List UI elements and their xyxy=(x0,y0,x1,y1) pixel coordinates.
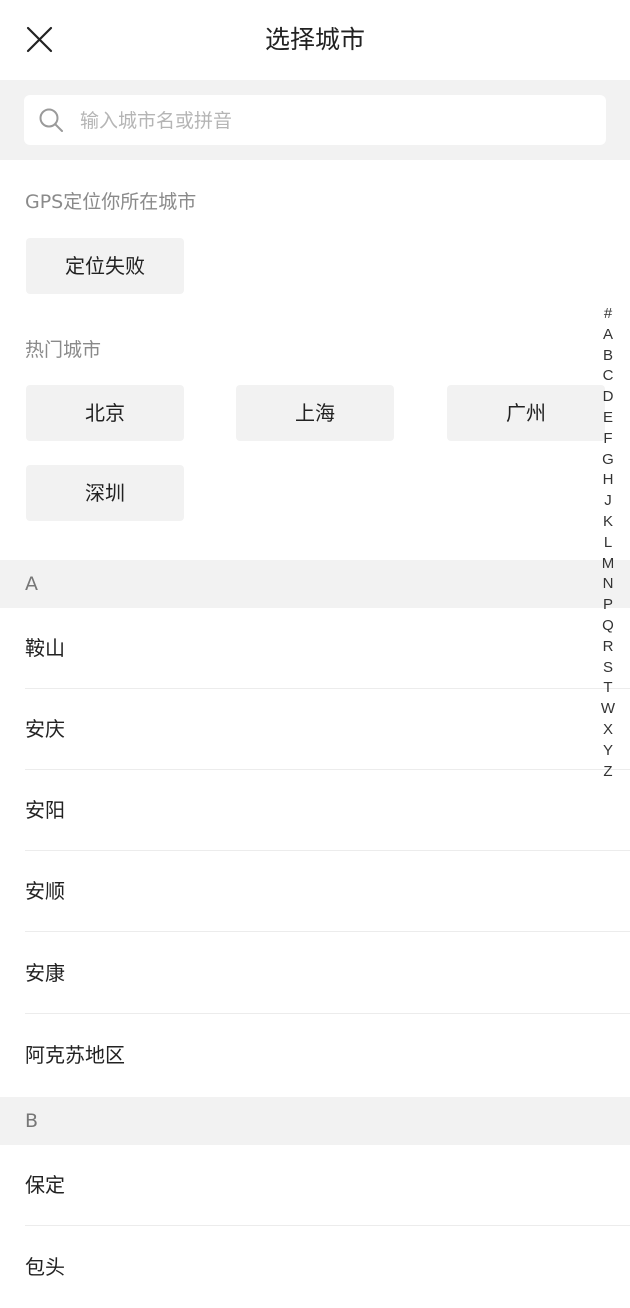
index-letter[interactable]: D xyxy=(603,387,614,408)
city-name: 安康 xyxy=(25,961,65,985)
city-name: 安阳 xyxy=(25,798,65,822)
city-list-item[interactable]: 安庆 xyxy=(0,689,630,770)
index-letter[interactable]: P xyxy=(603,595,613,616)
index-letter[interactable]: A xyxy=(603,325,613,346)
search-bar xyxy=(0,80,630,160)
search-icon xyxy=(39,108,63,132)
city-name: 安庆 xyxy=(25,717,65,741)
index-letter[interactable]: L xyxy=(604,533,612,554)
city-list-item[interactable]: 鞍山 xyxy=(0,608,630,689)
page-title: 选择城市 xyxy=(264,25,365,54)
section-letter: B xyxy=(25,1110,39,1132)
hot-city-button[interactable]: 北京 xyxy=(26,385,184,441)
close-icon xyxy=(26,26,53,53)
search-input[interactable] xyxy=(78,95,582,147)
section-letter: A xyxy=(25,573,38,595)
city-name: 鞍山 xyxy=(25,636,65,660)
city-name: 阿克苏地区 xyxy=(25,1043,125,1067)
gps-location-button[interactable]: 定位失败 xyxy=(26,238,184,294)
city-list-item[interactable]: 保定 xyxy=(0,1145,630,1226)
city-name: 包头 xyxy=(25,1255,65,1279)
hot-city-button[interactable]: 广州 xyxy=(447,385,605,441)
city-name: 保定 xyxy=(25,1173,65,1197)
index-letter[interactable]: Z xyxy=(603,762,612,783)
index-letter[interactable]: N xyxy=(603,574,614,595)
index-letter[interactable]: # xyxy=(604,304,612,325)
search-box[interactable] xyxy=(24,95,606,147)
hot-cities-label: 热门城市 xyxy=(25,339,102,361)
index-letter[interactable]: X xyxy=(603,720,613,741)
city-list-item[interactable]: 安阳 xyxy=(0,770,630,851)
index-letter[interactable]: W xyxy=(601,699,615,720)
section-header-a: A xyxy=(0,560,630,608)
divider xyxy=(25,1013,630,1014)
index-letter[interactable]: B xyxy=(603,346,613,367)
city-list-item[interactable]: 包头 xyxy=(0,1227,630,1308)
alphabet-index[interactable]: # A B C D E F G H J K L M N P Q R S T W … xyxy=(596,304,620,782)
index-letter[interactable]: H xyxy=(603,470,614,491)
index-letter[interactable]: J xyxy=(604,491,612,512)
divider xyxy=(25,931,630,932)
section-header-b: B xyxy=(0,1097,630,1145)
index-letter[interactable]: S xyxy=(603,658,613,679)
index-letter[interactable]: C xyxy=(603,366,614,387)
index-letter[interactable]: E xyxy=(603,408,613,429)
hot-city-button[interactable]: 上海 xyxy=(236,385,394,441)
city-list-item[interactable]: 安康 xyxy=(0,933,630,1014)
index-letter[interactable]: Y xyxy=(603,741,613,762)
city-list-item[interactable]: 安顺 xyxy=(0,851,630,932)
index-letter[interactable]: T xyxy=(603,678,612,699)
header: 选择城市 xyxy=(0,0,630,80)
index-letter[interactable]: F xyxy=(603,429,612,450)
index-letter[interactable]: R xyxy=(603,637,614,658)
city-list-item[interactable]: 阿克苏地区 xyxy=(0,1015,630,1096)
city-name: 安顺 xyxy=(25,879,65,903)
index-letter[interactable]: Q xyxy=(602,616,614,637)
divider xyxy=(25,1225,630,1226)
index-letter[interactable]: K xyxy=(603,512,613,533)
close-button[interactable] xyxy=(18,18,60,60)
gps-label: GPS定位你所在城市 xyxy=(25,191,197,213)
hot-city-button[interactable]: 深圳 xyxy=(26,465,184,521)
index-letter[interactable]: G xyxy=(602,450,614,471)
index-letter[interactable]: M xyxy=(602,554,615,575)
